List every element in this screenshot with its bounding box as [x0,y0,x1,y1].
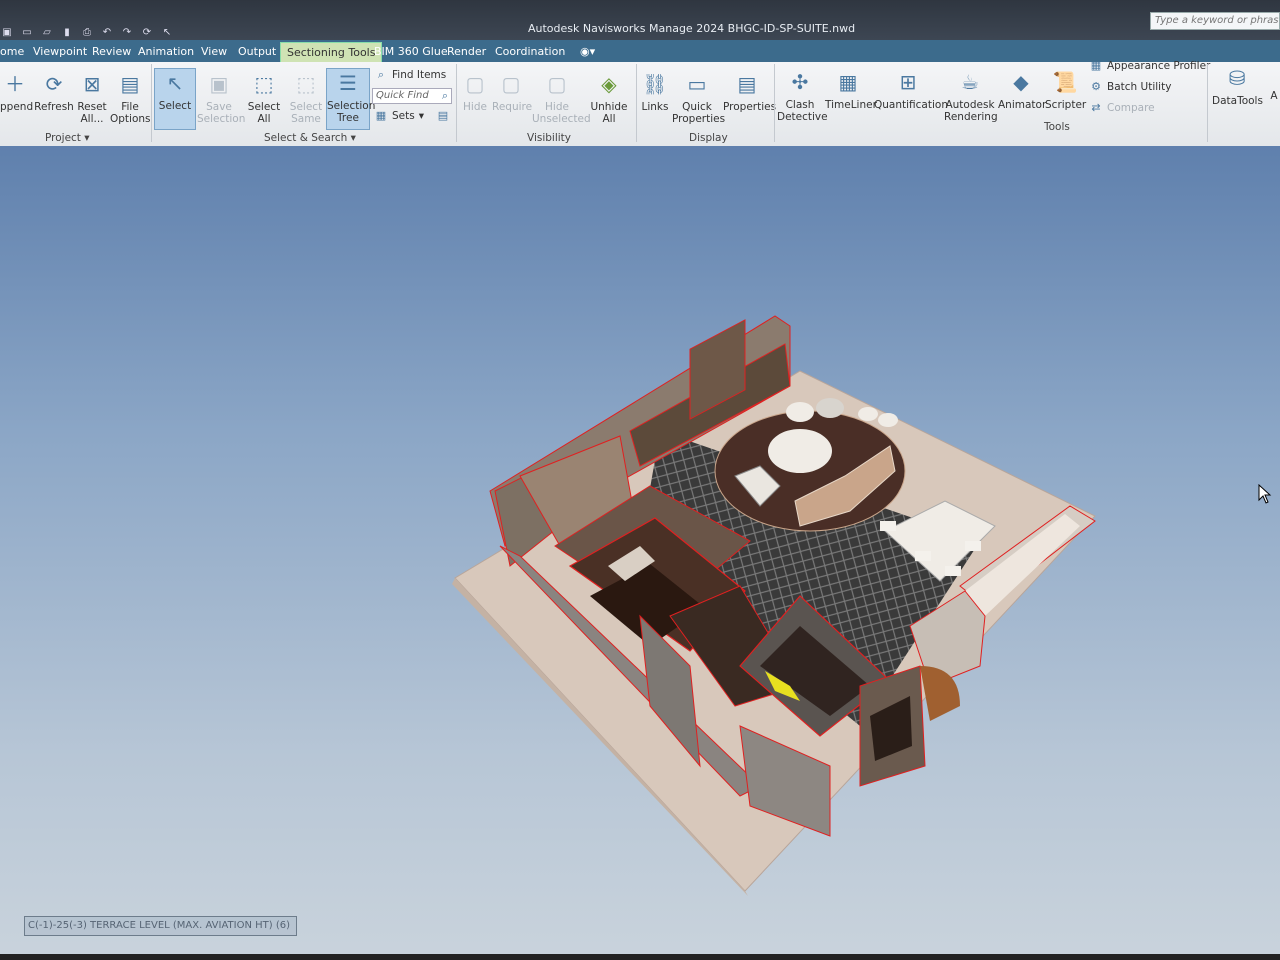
autodesk-rendering-button[interactable]: ☕ Autodesk Rendering [944,68,998,123]
quantification-button[interactable]: ⊞ Quantification [874,68,948,111]
file-options-button[interactable]: ▤ File Options [110,70,151,125]
project-panel-label[interactable]: Project ▾ [45,132,90,144]
scripter-button[interactable]: 📜 Scripter [1045,68,1086,111]
tab-home[interactable]: ome [0,45,24,58]
tab-coordination[interactable]: Coordination [495,45,565,58]
display-panel-label: Display [689,132,728,144]
select-button[interactable]: ↖ Select [154,68,196,130]
select-qa-icon[interactable]: ↖ [160,28,174,38]
find-items-button[interactable]: ⌕ Find Items [374,68,446,82]
3d-viewport[interactable]: C(-1)-25(-3) TERRACE LEVEL (MAX. AVIATIO… [0,146,1280,960]
hide-icon: ▢ [465,72,485,96]
hide-unselected-icon: ▢ [547,72,567,96]
building-model-render[interactable] [0,146,1280,960]
append-button[interactable]: ＋ ppend [0,70,33,113]
undo-icon[interactable]: ↶ [100,28,114,38]
quick-find-search-icon[interactable]: ⌕ [438,89,452,103]
ribbon-tab-bar: ome Viewpoint Review Animation View Outp… [0,40,1280,63]
database-icon: ⛁ [1228,66,1246,90]
selection-tree-icon: ☰ [339,71,357,95]
refresh-button[interactable]: ⟳ Refresh [34,70,74,113]
hide-unselected-button[interactable]: ▢ Hide Unselected [532,70,591,125]
find-items-icon: ⌕ [377,68,385,81]
properties-icon: ▤ [737,72,757,96]
new-icon[interactable]: ▭ [20,28,34,38]
manage-sets-icon[interactable]: ▤ [436,109,450,123]
reset-all-button[interactable]: ⊠ Reset All... [76,70,108,125]
tab-animation[interactable]: Animation [138,45,194,58]
tab-render[interactable]: Render [447,45,486,58]
unhide-all-button[interactable]: ◈ Unhide All [588,70,630,125]
quick-properties-button[interactable]: ▭ Quick Properties [672,70,725,125]
save-selection-button[interactable]: ▣ Save Selection [197,70,245,125]
select-all-button[interactable]: ⬚ Select All [244,70,284,125]
animator-icon: ◆ [1013,70,1029,94]
appearance-profiler-button[interactable]: ▦ Appearance Profiler [1089,59,1211,73]
tab-viewpoint[interactable]: Viewpoint [33,45,87,58]
append-icon: ＋ [5,72,25,96]
refresh-icon: ⟳ [45,72,63,96]
links-button[interactable]: ⛓ Links [640,70,670,113]
chevron-down-icon: ▾ [418,110,424,122]
clash-detective-button[interactable]: ✣ Clash Detective [777,68,828,123]
mouse-cursor-icon [1258,484,1272,504]
compare-icon: ⇄ [1091,101,1101,114]
quick-properties-icon: ▭ [687,72,707,96]
tab-output[interactable]: Output [238,45,276,58]
batch-utility-icon: ⚙ [1091,80,1101,93]
file-options-icon: ▤ [120,72,140,96]
links-icon: ⛓ [642,72,668,96]
print-icon[interactable]: ⎙ [80,28,94,38]
tab-bim-360-glue[interactable]: BIM 360 Glue [374,45,448,58]
require-button[interactable]: ▢ Require [492,70,532,113]
datatools-button[interactable]: ⛁ DataTools [1212,64,1263,107]
save-selection-icon: ▣ [209,72,229,96]
window-title: Autodesk Navisworks Manage 2024 BHGC-ID-… [528,22,856,35]
overflow-button[interactable]: A [1268,90,1280,102]
select-same-button[interactable]: ⬚ Select Same [287,70,325,125]
sets-dropdown[interactable]: ▦ Sets ▾ [374,109,424,123]
unhide-all-icon: ◈ [601,72,617,96]
visibility-panel-label: Visibility [527,132,572,144]
sets-icon: ▦ [375,109,387,122]
compare-button[interactable]: ⇄ Compare [1089,101,1154,115]
tab-view[interactable]: View [201,45,227,58]
timeliner-button[interactable]: ▦ TimeLiner [825,68,877,111]
open-icon[interactable]: ▱ [40,28,54,38]
refresh-qa-icon[interactable]: ⟳ [140,28,154,38]
quick-access-toolbar: ▣ ▭ ▱ ▮ ⎙ ↶ ↷ ⟳ ↖ [0,28,174,38]
workspace-switch-icon[interactable]: ◉▾ [580,45,595,58]
batch-utility-button[interactable]: ⚙ Batch Utility [1089,80,1171,94]
appearance-profiler-icon: ▦ [1090,59,1102,72]
teapot-icon: ☕ [961,70,979,94]
round-table [768,429,832,473]
select-same-icon: ⬚ [296,72,316,96]
animator-button[interactable]: ◆ Animator [998,68,1046,111]
select-search-panel-label[interactable]: Select & Search ▾ [264,132,356,144]
title-bar: ▣ ▭ ▱ ▮ ⎙ ↶ ↷ ⟳ ↖ Autodesk Navisworks Ma… [0,0,1280,40]
select-arrow-icon: ↖ [166,71,184,95]
hide-button[interactable]: ▢ Hide [460,70,490,113]
reset-icon: ⊠ [83,72,101,96]
quantification-icon: ⊞ [899,70,917,94]
tab-sectioning-tools[interactable]: Sectioning Tools [280,42,383,63]
app-menu-icon[interactable]: ▣ [0,28,14,38]
select-all-icon: ⬚ [254,72,274,96]
redo-icon[interactable]: ↷ [120,28,134,38]
ribbon-panel: ＋ ppend ⟳ Refresh ⊠ Reset All... ▤ File … [0,59,1280,148]
tools-panel-label: Tools [1044,121,1070,133]
save-icon[interactable]: ▮ [60,28,74,38]
tab-review[interactable]: Review [92,45,131,58]
timeliner-icon: ▦ [838,70,858,94]
selection-tree-button[interactable]: ☰ Selection Tree [326,68,375,130]
level-status-label: C(-1)-25(-3) TERRACE LEVEL (MAX. AVIATIO… [24,916,297,936]
properties-button[interactable]: ▤ Properties [723,70,776,113]
help-search-input[interactable]: Type a keyword or phrase [1150,12,1280,30]
clash-detective-icon: ✣ [791,70,809,94]
monitor-bezel [0,954,1280,960]
scripter-icon: 📜 [1052,70,1078,94]
require-icon: ▢ [501,72,521,96]
